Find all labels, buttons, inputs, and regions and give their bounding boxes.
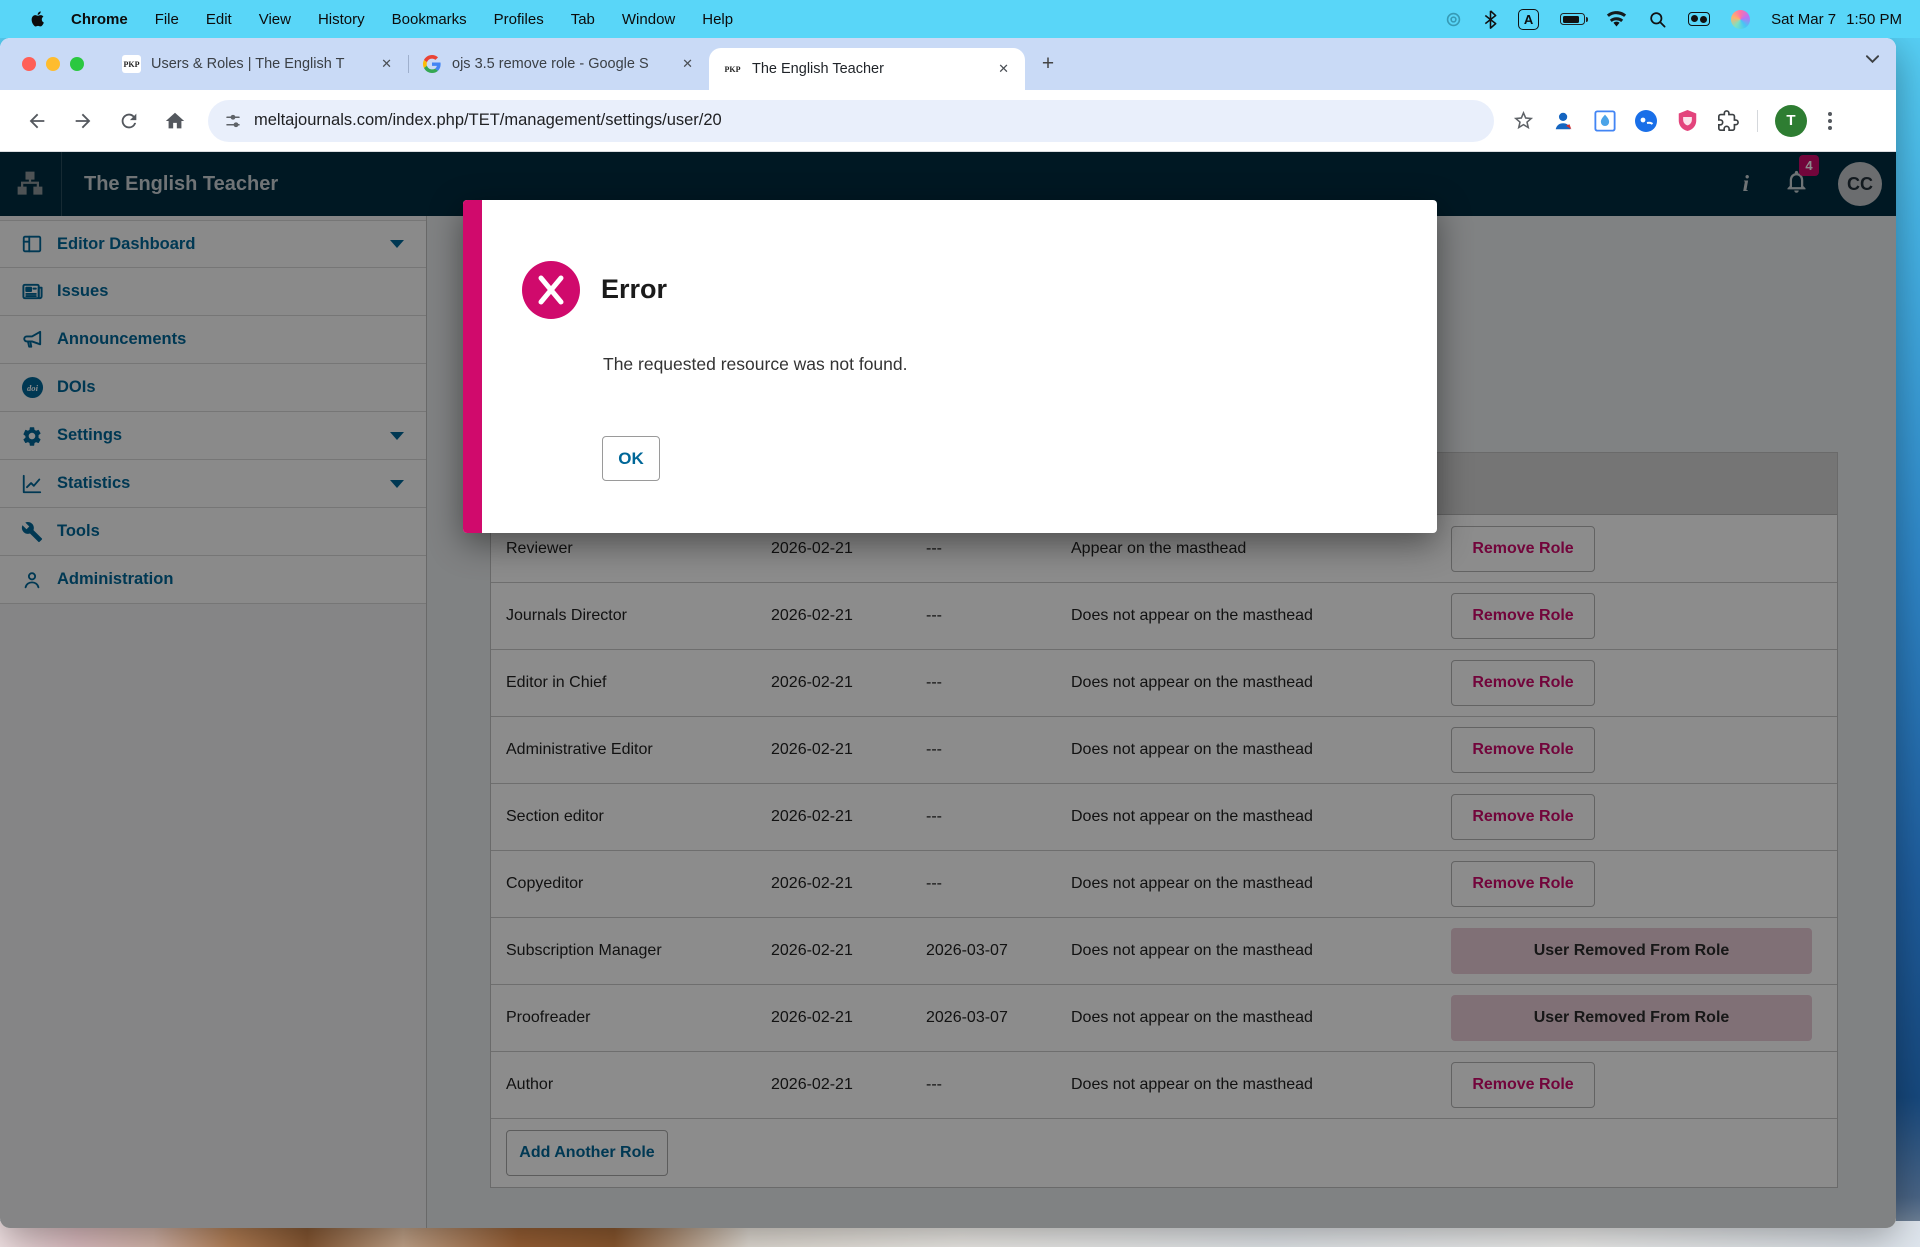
maximize-window-button[interactable] (70, 57, 84, 71)
bookmark-star-icon[interactable] (1512, 109, 1535, 132)
location-icon[interactable] (1444, 10, 1463, 29)
tab-close-icon[interactable]: ✕ (375, 54, 398, 74)
menu-item[interactable]: Help (702, 11, 733, 28)
ok-button[interactable]: OK (602, 436, 660, 481)
pkp-favicon: PKP (723, 60, 742, 78)
error-icon (522, 261, 580, 319)
menu-items: Chrome File Edit View History Bookmarks Profil… (71, 11, 733, 28)
menubar-date[interactable]: Sat Mar 7 (1771, 11, 1836, 28)
close-window-button[interactable] (22, 57, 36, 71)
input-source-icon[interactable]: A (1518, 9, 1539, 30)
menu-item[interactable]: Tab (571, 11, 595, 28)
menu-item[interactable]: File (155, 11, 179, 28)
browser-menu-icon[interactable] (1824, 108, 1836, 134)
tab-title: Users & Roles | The English T (151, 56, 375, 72)
search-icon[interactable] (1648, 10, 1667, 29)
modal-message: The requested resource was not found. (603, 354, 908, 375)
menu-item[interactable]: Edit (206, 11, 232, 28)
desktop: Chrome File Edit View History Bookmarks Profil… (0, 0, 1920, 1247)
menu-item[interactable]: Profiles (494, 11, 544, 28)
control-center-icon[interactable] (1688, 12, 1710, 26)
browser-window: PKPUsers & Roles | The English T✕ojs 3.5… (0, 38, 1896, 1228)
bluetooth-icon[interactable] (1484, 10, 1497, 29)
siri-icon[interactable] (1731, 10, 1750, 29)
error-modal: Error The requested resource was not fou… (463, 200, 1437, 533)
wifi-icon[interactable] (1606, 11, 1627, 27)
window-controls (22, 57, 84, 71)
menu-item[interactable]: History (318, 11, 365, 28)
menu-item[interactable]: Chrome (71, 11, 128, 28)
browser-tab[interactable]: ojs 3.5 remove role - Google S✕ (409, 38, 709, 90)
tab-search-icon[interactable] (1865, 54, 1880, 64)
toolbar-actions: T (1512, 105, 1836, 137)
menu-item[interactable]: Bookmarks (392, 11, 467, 28)
pkp-favicon: PKP (122, 55, 141, 73)
profile-extension-icon[interactable] (1552, 109, 1576, 133)
home-button[interactable] (158, 104, 192, 138)
new-tab-button[interactable]: + (1033, 49, 1063, 79)
page-viewport: The English Teacher i 4 CC Editor Dashbo… (0, 152, 1896, 1228)
shield-extension-icon[interactable] (1675, 109, 1699, 133)
url-text[interactable]: meltajournals.com/index.php/TET/manageme… (254, 111, 722, 130)
battery-icon[interactable] (1560, 13, 1585, 25)
macos-menubar: Chrome File Edit View History Bookmarks Profil… (0, 0, 1920, 38)
tab-close-icon[interactable]: ✕ (676, 54, 699, 74)
menu-item[interactable]: Window (622, 11, 675, 28)
browser-tab[interactable]: PKP Users & Roles | The English T✕ (108, 38, 408, 90)
toolbar-divider (1757, 110, 1758, 132)
browser-profile-avatar[interactable]: T (1775, 105, 1807, 137)
site-settings-icon[interactable] (224, 112, 242, 130)
google-favicon (423, 55, 442, 73)
menu-item[interactable]: View (259, 11, 291, 28)
tab-close-icon[interactable]: ✕ (992, 59, 1015, 79)
puzzle-extensions-icon[interactable] (1716, 109, 1740, 133)
reload-button[interactable] (112, 104, 146, 138)
menubar-status-area: A Sat Mar 7 1:50 PM (1444, 9, 1902, 30)
browser-toolbar: meltajournals.com/index.php/TET/manageme… (0, 90, 1896, 152)
menubar-time[interactable]: 1:50 PM (1846, 11, 1902, 28)
framed-extension-icon[interactable] (1593, 109, 1617, 133)
modal-title: Error (601, 274, 667, 305)
minimize-window-button[interactable] (46, 57, 60, 71)
browser-tab[interactable]: PKP The English Teacher✕ (709, 48, 1025, 90)
forward-button[interactable] (66, 104, 100, 138)
round-extension-icon[interactable] (1634, 109, 1658, 133)
tab-title: The English Teacher (752, 61, 992, 77)
tab-title: ojs 3.5 remove role - Google S (452, 56, 676, 72)
address-bar[interactable]: meltajournals.com/index.php/TET/manageme… (208, 100, 1494, 142)
tabs-container: PKPUsers & Roles | The English T✕ojs 3.5… (108, 38, 1025, 90)
tab-strip: PKPUsers & Roles | The English T✕ojs 3.5… (0, 38, 1896, 90)
back-button[interactable] (20, 104, 54, 138)
apple-menu-icon[interactable] (28, 9, 45, 29)
